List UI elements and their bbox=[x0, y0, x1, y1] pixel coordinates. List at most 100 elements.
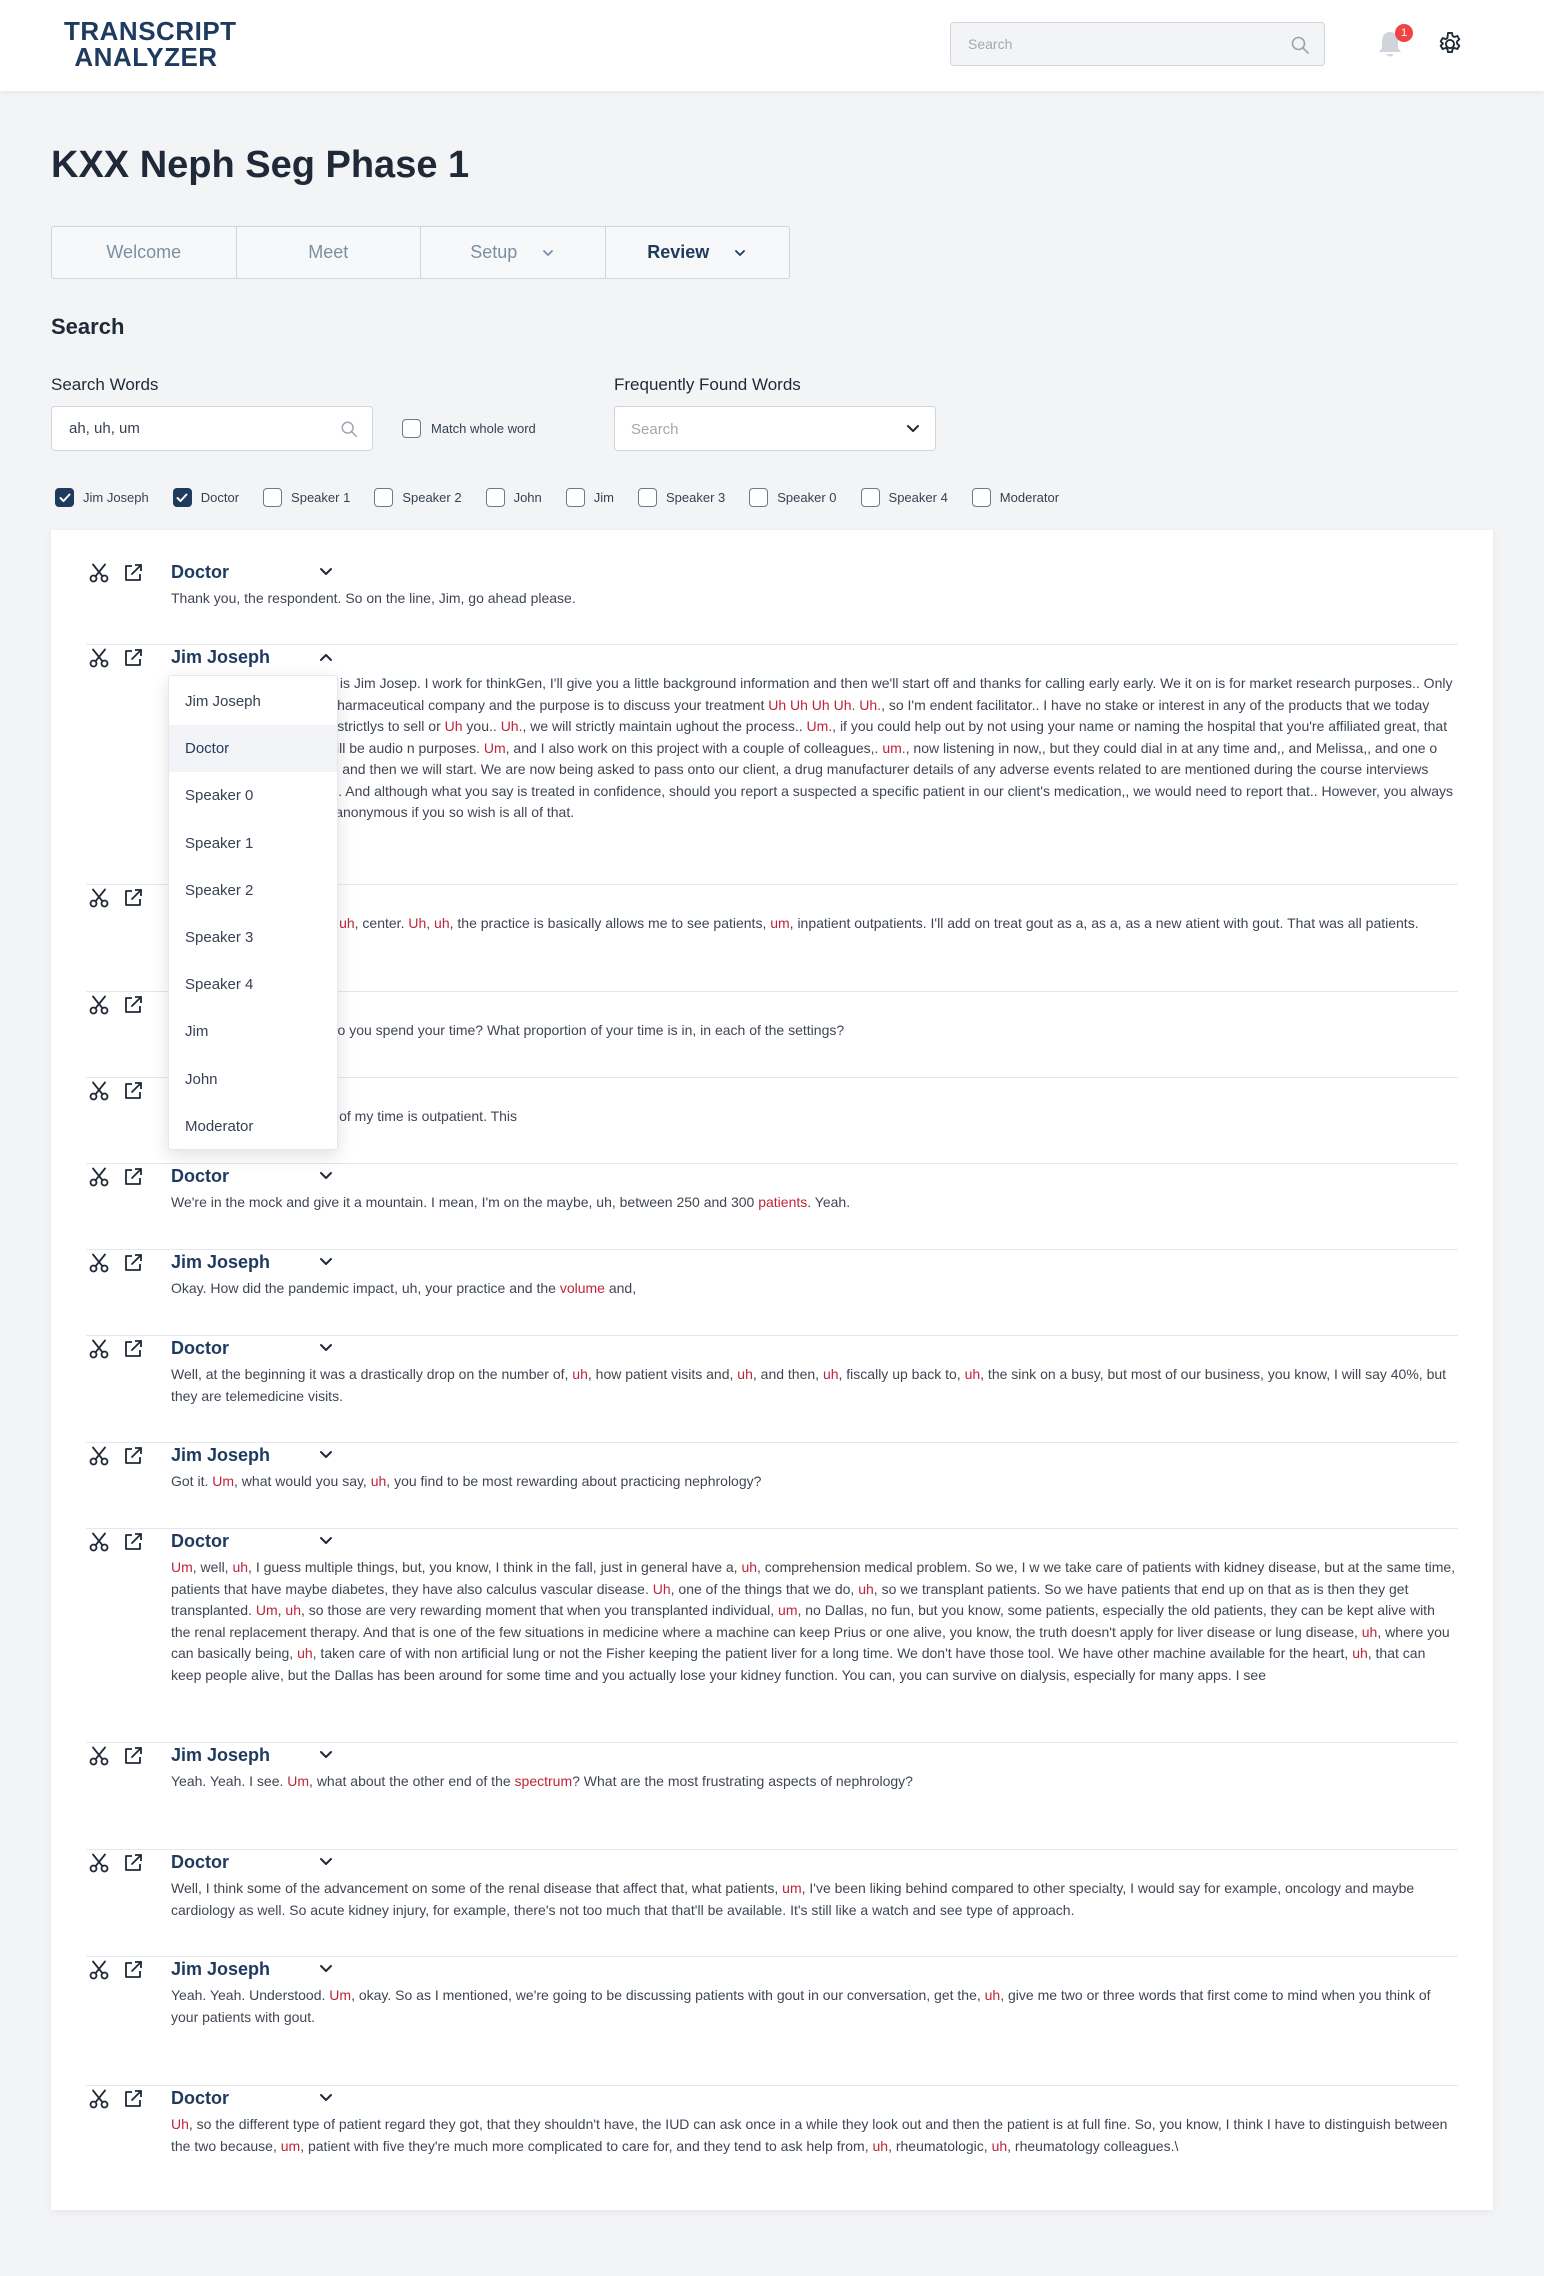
checkbox[interactable] bbox=[971, 488, 991, 507]
external-link-icon[interactable] bbox=[122, 647, 144, 669]
scissors-icon[interactable] bbox=[88, 1852, 110, 1874]
checkbox[interactable] bbox=[402, 419, 421, 438]
speaker-name[interactable]: Jim Joseph bbox=[171, 1443, 270, 1467]
search-words-input[interactable] bbox=[52, 407, 372, 450]
checkbox[interactable] bbox=[638, 488, 657, 507]
transcript-text: u so much forus. My name is Jim Josep. I… bbox=[171, 675, 1454, 820]
chevron-down-icon[interactable] bbox=[318, 1749, 334, 1761]
chevron-down-icon[interactable] bbox=[318, 1342, 334, 1354]
dropdown-option-doctor[interactable]: Doctor bbox=[169, 725, 337, 773]
speaker-name[interactable]: Doctor bbox=[171, 2086, 229, 2110]
scissors-icon[interactable] bbox=[88, 1338, 110, 1360]
chevron-up-icon[interactable] bbox=[318, 651, 334, 663]
speaker-name[interactable]: Jim Joseph bbox=[171, 645, 270, 669]
scissors-icon[interactable] bbox=[88, 887, 110, 909]
external-link-icon[interactable] bbox=[122, 1852, 144, 1874]
dropdown-option-speaker-1[interactable]: Speaker 1 bbox=[169, 820, 337, 867]
global-search-input[interactable] bbox=[951, 23, 1324, 65]
chevron-down-icon[interactable] bbox=[318, 1535, 334, 1547]
scissors-icon[interactable] bbox=[88, 1252, 110, 1274]
external-link-icon[interactable] bbox=[122, 1745, 144, 1767]
checkbox[interactable] bbox=[374, 488, 394, 507]
external-link-icon[interactable] bbox=[122, 2088, 144, 2110]
dropdown-option-john[interactable]: John bbox=[169, 1056, 337, 1103]
speaker-filter-speaker-1[interactable]: Speaker 1 bbox=[263, 488, 350, 507]
tab-setup[interactable]: Setup bbox=[421, 227, 606, 278]
search-icon[interactable] bbox=[340, 420, 358, 438]
scissors-icon[interactable] bbox=[88, 1080, 110, 1102]
speaker-name[interactable]: Doctor bbox=[171, 1336, 229, 1360]
external-link-icon[interactable] bbox=[122, 1338, 144, 1360]
transcript-text: o just an estimate of how do you spend y… bbox=[171, 1022, 845, 1038]
scissors-icon[interactable] bbox=[88, 994, 110, 1016]
chevron-down-icon[interactable] bbox=[318, 1256, 334, 1268]
dropdown-option-speaker-4[interactable]: Speaker 4 bbox=[169, 961, 337, 1008]
scissors-icon[interactable] bbox=[88, 1531, 110, 1553]
external-link-icon[interactable] bbox=[122, 1252, 144, 1274]
speaker-filter-jim-joseph[interactable]: Jim Joseph bbox=[55, 488, 149, 507]
scissors-icon[interactable] bbox=[88, 1445, 110, 1467]
gear-icon[interactable] bbox=[1436, 30, 1464, 58]
transcript-entry: Doctor Well, I think some of the advancem… bbox=[86, 1850, 1458, 1957]
scissors-icon[interactable] bbox=[88, 1959, 110, 1981]
scissors-icon[interactable] bbox=[88, 562, 110, 584]
external-link-icon[interactable] bbox=[122, 887, 144, 909]
checkbox[interactable] bbox=[55, 488, 74, 507]
speaker-name[interactable]: Jim Joseph bbox=[171, 1743, 270, 1767]
dropdown-option-speaker-0[interactable]: Speaker 0 bbox=[169, 772, 337, 819]
checkbox[interactable] bbox=[172, 488, 192, 507]
speaker-name[interactable]: Doctor bbox=[171, 1850, 229, 1874]
speaker-filter-moderator[interactable]: Moderator bbox=[971, 488, 1059, 507]
speaker-name[interactable]: Jim Joseph bbox=[171, 1250, 270, 1274]
speaker-filter-speaker-4[interactable]: Speaker 4 bbox=[860, 488, 948, 507]
chevron-down-icon[interactable] bbox=[318, 1856, 334, 1868]
dropdown-option-moderator[interactable]: Moderator bbox=[169, 1103, 337, 1150]
checkbox[interactable] bbox=[860, 488, 880, 507]
external-link-icon[interactable] bbox=[122, 1959, 144, 1981]
chevron-down-icon[interactable] bbox=[318, 2092, 334, 2104]
chevron-down-icon[interactable] bbox=[318, 1449, 334, 1461]
external-link-icon[interactable] bbox=[122, 994, 144, 1016]
checkbox[interactable] bbox=[263, 488, 283, 507]
speaker-filter-jim[interactable]: Jim bbox=[565, 488, 614, 507]
speaker-filter-speaker-0[interactable]: Speaker 0 bbox=[749, 488, 837, 507]
scissors-icon[interactable] bbox=[88, 1745, 110, 1767]
external-link-icon[interactable] bbox=[122, 562, 144, 584]
speaker-filter-john[interactable]: John bbox=[485, 488, 542, 507]
match-whole-word-checkbox[interactable]: Match whole word bbox=[402, 419, 536, 438]
tab-meet[interactable]: Meet bbox=[237, 227, 421, 278]
speaker-name[interactable]: Jim Joseph bbox=[171, 1957, 270, 1981]
checkbox[interactable] bbox=[749, 488, 769, 507]
scissors-icon[interactable] bbox=[88, 1166, 110, 1188]
chevron-down-icon[interactable] bbox=[318, 566, 334, 578]
speaker-filter-doctor[interactable]: Doctor bbox=[172, 488, 239, 507]
speaker-name[interactable]: Doctor bbox=[171, 1529, 229, 1553]
external-link-icon[interactable] bbox=[122, 1531, 144, 1553]
chevron-down-icon bbox=[735, 249, 746, 256]
external-link-icon[interactable] bbox=[122, 1080, 144, 1102]
chevron-down-icon[interactable] bbox=[318, 1170, 334, 1182]
speaker-name[interactable]: Doctor bbox=[171, 560, 229, 584]
checkbox[interactable] bbox=[485, 488, 505, 507]
tab-review[interactable]: Review bbox=[606, 227, 790, 278]
checkbox[interactable] bbox=[565, 488, 585, 507]
tab-welcome[interactable]: Welcome bbox=[52, 227, 237, 278]
dropdown-option-jim-joseph[interactable]: Jim Joseph bbox=[169, 678, 337, 725]
search-icon[interactable] bbox=[1290, 35, 1310, 55]
highlighted-word: uh bbox=[822, 1366, 839, 1382]
dropdown-option-speaker-2[interactable]: Speaker 2 bbox=[169, 867, 337, 914]
dropdown-option-jim[interactable]: Jim bbox=[169, 1008, 337, 1055]
chevron-down-icon[interactable] bbox=[318, 1963, 334, 1975]
speaker-name[interactable]: Doctor bbox=[171, 1164, 229, 1188]
speaker-filter-speaker-2[interactable]: Speaker 2 bbox=[374, 488, 462, 507]
external-link-icon[interactable] bbox=[122, 1166, 144, 1188]
speaker-filter-speaker-3[interactable]: Speaker 3 bbox=[638, 488, 725, 507]
external-link-icon[interactable] bbox=[122, 1445, 144, 1467]
scissors-icon[interactable] bbox=[88, 2088, 110, 2110]
transcript-entry: Jim Joseph Got it. Um, what would you say… bbox=[86, 1443, 1458, 1529]
app-logo[interactable]: TRANSCRIPT ANALYZER bbox=[64, 18, 236, 70]
dropdown-option-speaker-3[interactable]: Speaker 3 bbox=[169, 914, 337, 961]
tab-label: Meet bbox=[308, 242, 349, 262]
frequent-words-select[interactable]: Search bbox=[614, 406, 936, 451]
scissors-icon[interactable] bbox=[88, 647, 110, 669]
